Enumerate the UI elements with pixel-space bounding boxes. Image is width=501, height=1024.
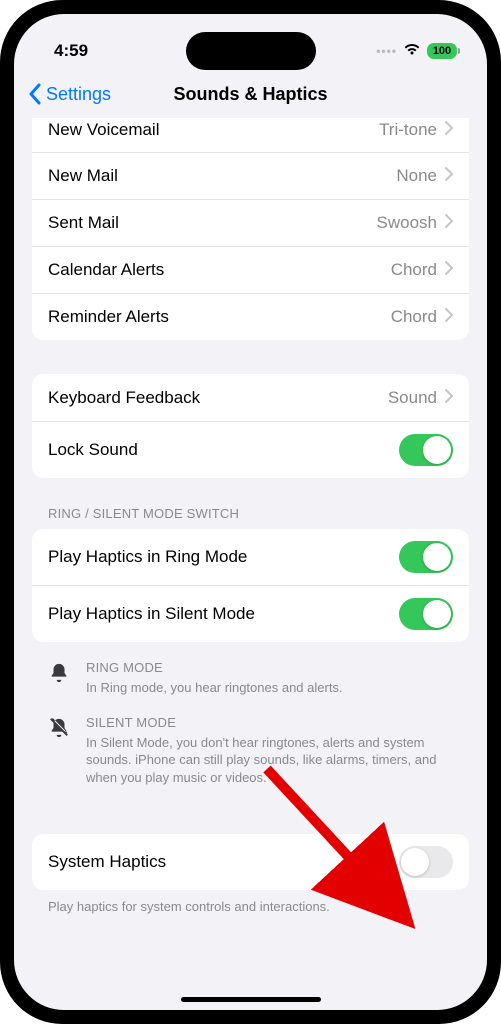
volume-up-button <box>0 220 1 280</box>
haptics-ring-switch[interactable] <box>399 541 453 573</box>
info-desc: In Ring mode, you hear ringtones and ale… <box>86 679 453 697</box>
row-value: Chord <box>391 307 437 327</box>
row-haptics-silent: Play Haptics in Silent Mode <box>32 585 469 642</box>
silent-switch <box>0 160 1 192</box>
row-label: Reminder Alerts <box>48 307 391 327</box>
row-value: Swoosh <box>377 213 437 233</box>
row-value: None <box>396 166 437 186</box>
status-time: 4:59 <box>54 41 88 61</box>
page-title: Sounds & Haptics <box>173 84 327 105</box>
row-calendar-alerts[interactable]: Calendar Alerts Chord <box>32 246 469 293</box>
row-label: Sent Mail <box>48 213 377 233</box>
bell-icon <box>48 660 72 697</box>
chevron-right-icon <box>445 120 453 140</box>
haptics-mode-group: Play Haptics in Ring Mode Play Haptics i… <box>32 529 469 642</box>
row-label: System Haptics <box>48 852 399 872</box>
sounds-group: New Voicemail Tri-tone New Mail None Sen… <box>32 118 469 340</box>
dynamic-island <box>186 32 316 70</box>
battery-icon: 100 <box>427 43 457 59</box>
wifi-icon <box>403 41 421 61</box>
silent-mode-info: SILENT MODE In Silent Mode, you don't he… <box>48 715 453 787</box>
content-scroll[interactable]: New Voicemail Tri-tone New Mail None Sen… <box>14 118 487 1010</box>
screen: 4:59 •••• 100 Settings Sounds & Haptics <box>14 14 487 1010</box>
bell-slash-icon <box>48 715 72 787</box>
chevron-right-icon <box>445 166 453 186</box>
back-button[interactable]: Settings <box>28 83 111 105</box>
row-value: Sound <box>388 388 437 408</box>
row-label: New Voicemail <box>48 120 379 140</box>
row-keyboard-feedback[interactable]: Keyboard Feedback Sound <box>32 374 469 421</box>
row-reminder-alerts[interactable]: Reminder Alerts Chord <box>32 293 469 340</box>
row-system-haptics: System Haptics <box>32 834 469 890</box>
row-label: Calendar Alerts <box>48 260 391 280</box>
haptics-silent-switch[interactable] <box>399 598 453 630</box>
row-label: New Mail <box>48 166 396 186</box>
row-haptics-ring: Play Haptics in Ring Mode <box>32 529 469 585</box>
row-value: Chord <box>391 260 437 280</box>
phone-frame: 4:59 •••• 100 Settings Sounds & Haptics <box>0 0 501 1024</box>
row-value: Tri-tone <box>379 120 437 140</box>
volume-down-button <box>0 295 1 355</box>
info-title: RING MODE <box>86 660 453 675</box>
row-label: Lock Sound <box>48 440 399 460</box>
system-haptics-group: System Haptics <box>32 834 469 890</box>
row-label: Play Haptics in Ring Mode <box>48 547 399 567</box>
back-label: Settings <box>46 84 111 105</box>
cellular-dots-icon: •••• <box>376 44 397 58</box>
chevron-right-icon <box>445 307 453 327</box>
group-header: RING / SILENT MODE SWITCH <box>48 506 453 521</box>
chevron-right-icon <box>445 388 453 408</box>
chevron-right-icon <box>445 260 453 280</box>
info-desc: In Silent Mode, you don't hear ringtones… <box>86 734 453 787</box>
row-sent-mail[interactable]: Sent Mail Swoosh <box>32 199 469 246</box>
row-label: Play Haptics in Silent Mode <box>48 604 399 624</box>
keyboard-lock-group: Keyboard Feedback Sound Lock Sound <box>32 374 469 478</box>
system-haptics-switch[interactable] <box>399 846 453 878</box>
row-lock-sound: Lock Sound <box>32 421 469 478</box>
row-label: Keyboard Feedback <box>48 388 388 408</box>
group-footer: Play haptics for system controls and int… <box>48 898 453 916</box>
chevron-right-icon <box>445 213 453 233</box>
row-new-mail[interactable]: New Mail None <box>32 152 469 199</box>
nav-bar: Settings Sounds & Haptics <box>14 70 487 118</box>
battery-level: 100 <box>433 45 451 57</box>
lock-sound-switch[interactable] <box>399 434 453 466</box>
info-title: SILENT MODE <box>86 715 453 730</box>
home-indicator[interactable] <box>181 997 321 1002</box>
ring-mode-info: RING MODE In Ring mode, you hear rington… <box>48 660 453 697</box>
row-new-voicemail[interactable]: New Voicemail Tri-tone <box>32 118 469 152</box>
